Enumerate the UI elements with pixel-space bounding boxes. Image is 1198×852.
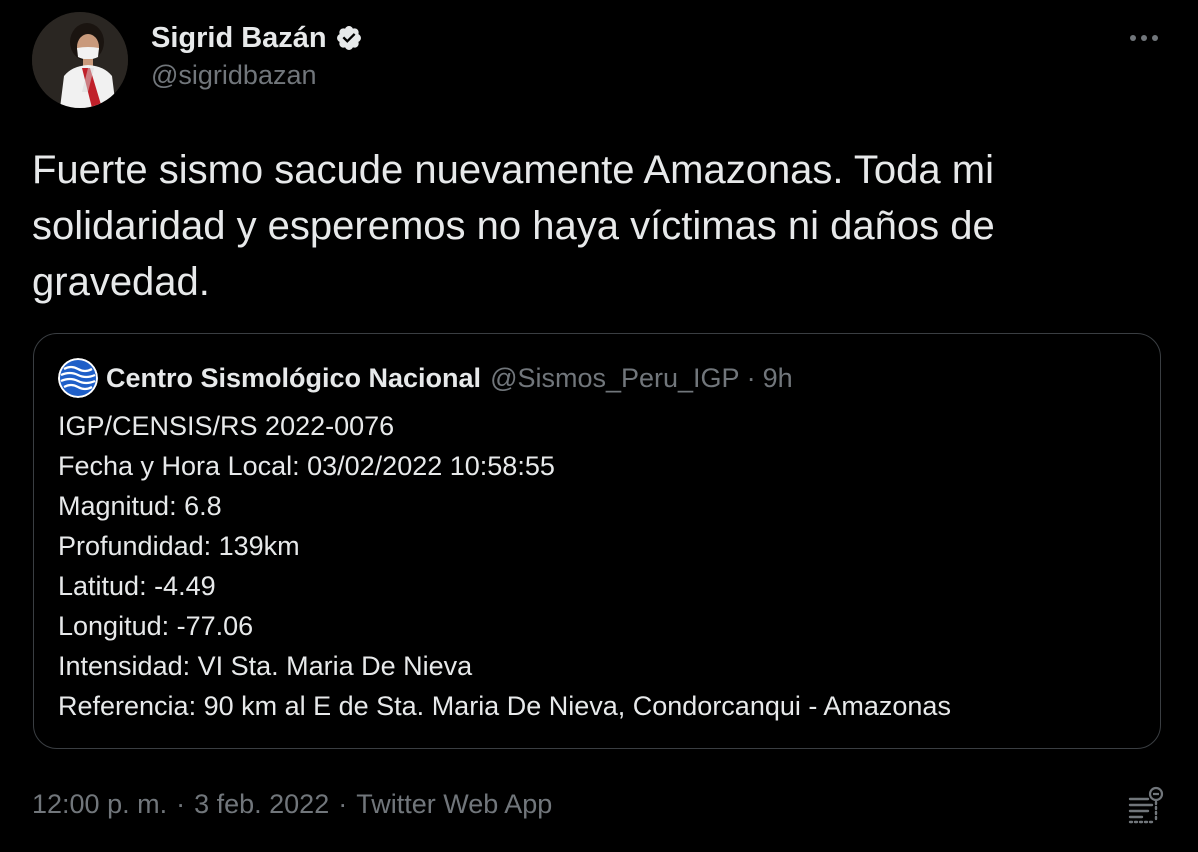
- quoted-line: Referencia: 90 km al E de Sta. Maria De …: [58, 691, 951, 721]
- meta-separator: ·: [176, 788, 186, 819]
- quoted-line: Latitud: -4.49: [58, 571, 216, 601]
- more-horizontal-icon: [1130, 35, 1158, 41]
- quoted-timestamp[interactable]: 9h: [763, 363, 793, 394]
- quoted-line: IGP/CENSIS/RS 2022-0076: [58, 411, 395, 441]
- quoted-author-handle[interactable]: @Sismos_Peru_IGP: [490, 363, 740, 394]
- verified-badge-icon: [335, 24, 363, 52]
- quoted-line: Longitud: -77.06: [58, 611, 254, 641]
- tweet-activity-icon[interactable]: [1124, 786, 1164, 824]
- quoted-separator: ·: [746, 362, 756, 393]
- quoted-author-name[interactable]: Centro Sismológico Nacional: [106, 363, 481, 394]
- tweet: Sigrid Bazán @sigridbazan Fuerte sismo s…: [0, 0, 1198, 852]
- tweet-source[interactable]: Twitter Web App: [356, 789, 552, 820]
- author-name[interactable]: Sigrid Bazán: [151, 22, 327, 55]
- quoted-line: Intensidad: VI Sta. Maria De Nieva: [58, 651, 473, 681]
- tweet-meta: 12:00 p. m. · 3 feb. 2022 · Twitter Web …: [32, 784, 552, 824]
- author-handle[interactable]: @sigridbazan: [151, 60, 317, 91]
- meta-separator: ·: [338, 788, 348, 819]
- tweet-time[interactable]: 12:00 p. m.: [32, 789, 167, 820]
- quoted-line: Profundidad: 139km: [58, 531, 300, 561]
- quoted-tweet-header: Centro Sismológico Nacional @Sismos_Peru…: [58, 356, 793, 400]
- more-options-button[interactable]: [1124, 22, 1164, 54]
- quoted-line: Fecha y Hora Local: 03/02/2022 10:58:55: [58, 451, 555, 481]
- author-avatar[interactable]: [32, 12, 128, 108]
- tweet-date[interactable]: 3 feb. 2022: [194, 789, 329, 820]
- quoted-author-avatar[interactable]: [58, 358, 98, 398]
- author-name-row: Sigrid Bazán: [151, 20, 363, 56]
- quoted-tweet-card[interactable]: Centro Sismológico Nacional @Sismos_Peru…: [33, 333, 1161, 749]
- quoted-tweet-text: IGP/CENSIS/RS 2022-0076 Fecha y Hora Loc…: [58, 406, 1138, 726]
- quoted-line: Magnitud: 6.8: [58, 491, 222, 521]
- tweet-text: Fuerte sismo sacude nuevamente Amazonas.…: [32, 148, 1006, 304]
